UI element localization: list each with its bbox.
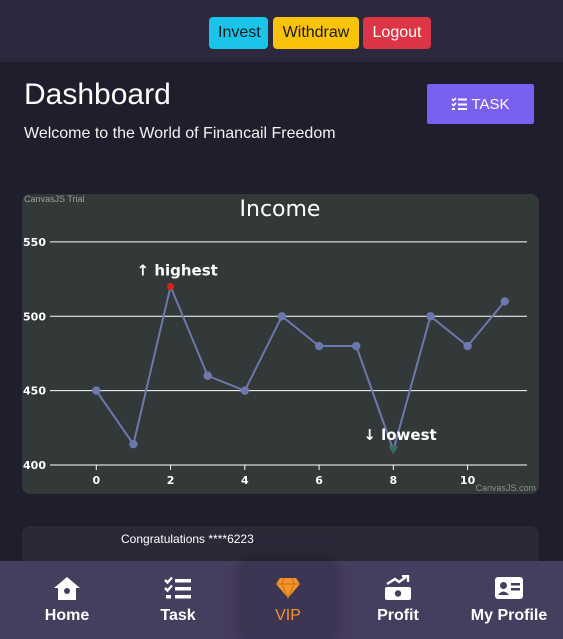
chart-trial-watermark: CanvasJS Trial (24, 194, 85, 204)
nav-task-label: Task (160, 607, 196, 624)
nav-profile[interactable]: My Profile (463, 561, 555, 639)
highest-label: ↑ highest (137, 262, 218, 280)
nav-vip[interactable]: VIP (243, 561, 333, 639)
nav-home-label: Home (44, 607, 90, 624)
congrats-text: Congratulations ****6223 (121, 532, 254, 546)
lowest-label: ↓ lowest (363, 426, 436, 444)
chart-title: Income (240, 197, 321, 222)
chart-point (92, 386, 101, 395)
diamond-icon (275, 574, 301, 602)
chart-point (463, 341, 472, 351)
chart-point-highest (167, 283, 175, 291)
y-tick-label: 450 (23, 385, 46, 398)
page-title: Dashboard (24, 78, 171, 111)
bottom-nav: Home Task VIP Profit My Profile (0, 561, 563, 639)
income-series-line (95, 283, 506, 454)
chart-point (314, 341, 324, 351)
task-list-icon (164, 574, 192, 602)
money-growth-icon (384, 574, 412, 602)
chart-point (203, 371, 212, 380)
nav-profit[interactable]: Profit (353, 561, 443, 639)
chart-point (351, 341, 361, 351)
x-tick-label: 0 (92, 474, 100, 487)
chart-point (277, 312, 287, 321)
y-tick-label: 550 (23, 236, 46, 249)
task-list-icon (451, 97, 468, 110)
task-button[interactable]: TASK (427, 84, 534, 124)
logout-button[interactable]: Logout (363, 17, 431, 49)
chart-point (240, 386, 250, 395)
invest-button[interactable]: Invest (209, 17, 268, 49)
chart-point-lowest (388, 446, 399, 455)
id-card-icon (495, 574, 523, 602)
nav-task[interactable]: Task (133, 561, 223, 639)
chart-point (426, 312, 435, 321)
nav-home[interactable]: Home (22, 561, 112, 639)
income-chart: CanvasJS Trial Income 400 450 500 550 0 2 4 6 8 1… (22, 194, 539, 494)
chart-point (129, 439, 138, 449)
welcome-text: Welcome to the World of Financail Freedo… (24, 125, 336, 142)
home-icon (52, 574, 82, 602)
task-button-label: TASK (471, 95, 510, 113)
chart-point (500, 297, 509, 306)
nav-profit-label: Profit (377, 607, 419, 624)
x-tick-label: 4 (241, 474, 249, 487)
top-bar: Invest Withdraw Logout (0, 0, 563, 62)
nav-vip-label: VIP (275, 607, 301, 624)
x-tick-label: 2 (167, 474, 175, 487)
x-tick-label: 10 (460, 474, 476, 487)
y-tick-label: 400 (23, 459, 46, 472)
nav-profile-label: My Profile (470, 607, 548, 624)
y-tick-label: 500 (23, 310, 46, 323)
withdraw-button[interactable]: Withdraw (273, 17, 359, 49)
x-tick-label: 6 (315, 474, 323, 487)
x-tick-label: 8 (389, 474, 397, 487)
chart-credit: CanvasJS.com (475, 483, 536, 493)
